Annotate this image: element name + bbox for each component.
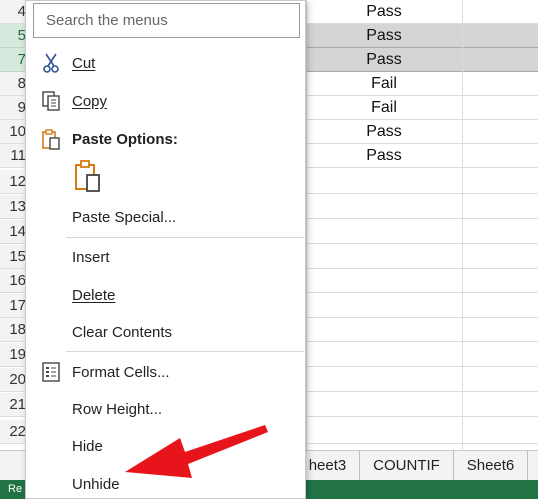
- menu-separator: [66, 351, 306, 352]
- cell[interactable]: Pass: [306, 24, 462, 48]
- menu-item-insert[interactable]: Insert: [26, 240, 305, 274]
- cell[interactable]: Pass: [306, 0, 462, 24]
- menu-item-hide[interactable]: Hide: [26, 429, 305, 463]
- menu-item-label: Copy: [72, 92, 108, 110]
- menu-item-paste-special[interactable]: Paste Special...: [26, 200, 305, 234]
- menu-item-label: Cut: [72, 54, 96, 72]
- menu-item-label: Row Height...: [72, 400, 163, 418]
- menu-item-cut[interactable]: Cut: [26, 46, 305, 80]
- status-text: Re: [8, 483, 23, 495]
- menu-item-label: Hide: [72, 437, 103, 455]
- tab-countif[interactable]: COUNTIF: [360, 451, 454, 480]
- cell[interactable]: Pass: [306, 120, 462, 144]
- search-menus-input[interactable]: [33, 3, 300, 38]
- copy-icon: [42, 91, 60, 111]
- menu-item-label: Format Cells...: [72, 363, 170, 381]
- menu-item-delete[interactable]: Delete: [26, 278, 305, 312]
- excel-window: 4 5 7 8 9 10 11 12 13 14 15 16 17 18 19 …: [0, 0, 538, 499]
- menu-item-label: Unhide: [72, 475, 120, 493]
- menu-separator: [66, 237, 306, 238]
- menu-item-label: Paste Special...: [72, 208, 177, 226]
- menu-item-label: Insert: [72, 248, 110, 266]
- menu-item-format-cells[interactable]: Format Cells...: [26, 355, 305, 389]
- menu-item-paste-options: Paste Options:: [26, 122, 305, 156]
- menu-item-row-height[interactable]: Row Height...: [26, 392, 305, 426]
- paste-options-heading: Paste Options:: [72, 130, 178, 148]
- cell[interactable]: Pass: [306, 144, 462, 168]
- menu-item-clear-contents[interactable]: Clear Contents: [26, 315, 305, 349]
- menu-item-unhide[interactable]: Unhide: [26, 467, 305, 499]
- cell[interactable]: Fail: [306, 72, 462, 96]
- column-divider: [462, 0, 463, 450]
- menu-item-copy[interactable]: Copy: [26, 84, 305, 118]
- cell[interactable]: Pass: [306, 48, 462, 72]
- cell[interactable]: Fail: [306, 96, 462, 120]
- format-cells-icon: [42, 362, 60, 382]
- context-menu: Cut Copy Paste Options:: [25, 0, 306, 499]
- menu-item-label: Delete: [72, 286, 116, 304]
- paste-clipboard-icon[interactable]: [73, 159, 103, 195]
- tab-sheet6[interactable]: Sheet6: [454, 451, 528, 480]
- scissors-icon: [43, 53, 59, 73]
- paste-options-icon: [42, 129, 60, 150]
- column-divider: [306, 0, 307, 450]
- menu-item-label: Clear Contents: [72, 323, 173, 341]
